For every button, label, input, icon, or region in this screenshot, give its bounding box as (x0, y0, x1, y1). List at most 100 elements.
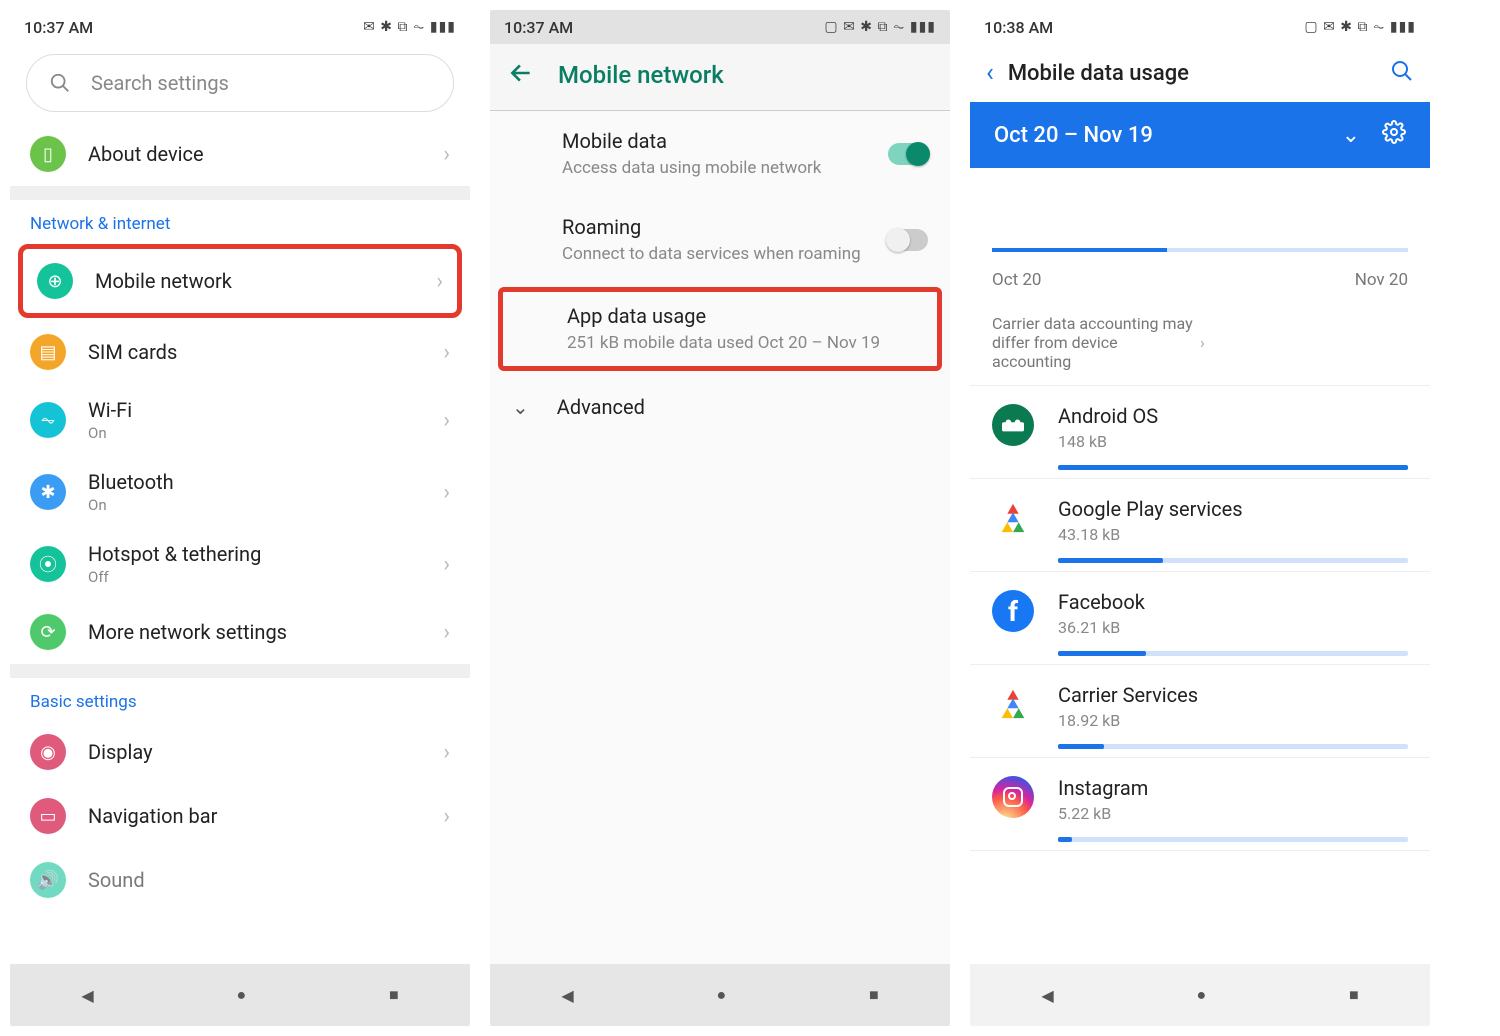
app-icon: f (992, 590, 1034, 632)
divider (10, 664, 470, 678)
label: Navigation bar (88, 804, 443, 828)
row-hotspot[interactable]: ⦿ Hotspot & tetheringOff › (10, 528, 470, 600)
back-chevron-icon[interactable]: ‹ (986, 58, 994, 88)
row-about-device[interactable]: ▯ About device › (10, 122, 470, 186)
nav-recents-icon[interactable]: ■ (869, 985, 879, 1005)
row-navigation-bar[interactable]: ▭ Navigation bar › (10, 784, 470, 848)
row-advanced[interactable]: ⌄ Advanced (490, 375, 950, 439)
nav-home-icon[interactable]: ● (236, 985, 246, 1005)
usage-bar (1058, 744, 1408, 749)
row-more-network[interactable]: ⟳ More network settings › (10, 600, 470, 664)
app-name: Carrier Services (1058, 683, 1408, 707)
timeline-end: Nov 20 (1355, 270, 1408, 290)
bluetooth-icon: ✱ (30, 474, 66, 510)
label: More network settings (88, 620, 443, 644)
usage-bar (1058, 465, 1408, 470)
label: About device (88, 142, 443, 166)
carrier-note-row[interactable]: Carrier data accounting may differ from … (970, 300, 1430, 386)
chevron-right-icon: › (443, 142, 450, 167)
row-mobile-network[interactable]: ⊕ Mobile network › (23, 249, 457, 313)
app-size: 5.22 kB (1058, 804, 1408, 823)
row-mobile-data[interactable]: Mobile data Access data using mobile net… (490, 111, 950, 197)
back-arrow-icon[interactable] (508, 60, 534, 90)
label: SIM cards (88, 340, 443, 364)
app-row-instagram[interactable]: Instagram 5.22 kB (970, 758, 1430, 851)
row-app-data-usage[interactable]: App data usage 251 kB mobile data used O… (503, 292, 937, 366)
globe-icon: ⊕ (37, 263, 73, 299)
label: Roaming (562, 215, 888, 239)
section-header-basic: Basic settings (10, 678, 470, 720)
gear-icon[interactable] (1382, 120, 1406, 150)
label: App data usage (567, 304, 921, 328)
app-row-carrier-services[interactable]: Carrier Services 18.92 kB (970, 665, 1430, 758)
label: Wi-Fi (88, 398, 443, 422)
search-placeholder: Search settings (91, 71, 229, 95)
usage-bar (1058, 558, 1408, 563)
chevron-right-icon: › (443, 340, 450, 365)
highlight-app-data-usage: App data usage 251 kB mobile data used O… (498, 287, 942, 371)
app-icon (992, 497, 1034, 539)
period-selector[interactable]: Oct 20 – Nov 19 ⌄ (970, 102, 1430, 168)
sound-icon: 🔊 (30, 862, 66, 898)
row-sound[interactable]: 🔊 Sound (10, 848, 470, 912)
wifi-icon: ⏦ (30, 402, 66, 438)
app-row-facebook[interactable]: f Facebook 36.21 kB (970, 572, 1430, 665)
clock: 10:37 AM (24, 18, 93, 37)
label: Advanced (557, 395, 645, 419)
divider (10, 186, 470, 200)
app-name: Google Play services (1058, 497, 1408, 521)
toggle-roaming[interactable] (888, 229, 928, 251)
clock: 10:37 AM (504, 18, 573, 37)
sublabel: Access data using mobile network (562, 157, 888, 179)
chevron-right-icon: › (443, 552, 450, 577)
search-icon (49, 72, 71, 94)
nav-home-icon[interactable]: ● (1196, 985, 1206, 1005)
status-icons: ▢ ✉ ✱ ⧉ ⏦ ▮▮▮ (1304, 19, 1416, 35)
app-bar: ‹ Mobile data usage (970, 44, 1430, 102)
app-name: Instagram (1058, 776, 1408, 800)
usage-timeline: Oct 20 Nov 20 (970, 168, 1430, 300)
system-nav-bar: ◀ ● ■ (490, 964, 950, 1026)
page-title: Mobile data usage (1008, 61, 1390, 86)
sublabel: 251 kB mobile data used Oct 20 – Nov 19 (567, 332, 921, 354)
app-size: 36.21 kB (1058, 618, 1408, 637)
search-input[interactable]: Search settings (26, 54, 454, 112)
nav-home-icon[interactable]: ● (716, 985, 726, 1005)
nav-back-icon[interactable]: ◀ (81, 986, 93, 1005)
hotspot-icon: ⦿ (30, 546, 66, 582)
sublabel: On (88, 424, 443, 442)
nav-back-icon[interactable]: ◀ (1041, 986, 1053, 1005)
row-display[interactable]: ◉ Display › (10, 720, 470, 784)
phone-settings: 10:37 AM ✉ ✱ ⧉ ⏦ ▮▮▮ Search settings ▯ A… (10, 10, 470, 1026)
row-wifi[interactable]: ⏦ Wi-Fi On › (10, 384, 470, 456)
label: Mobile network (95, 269, 436, 293)
app-name: Facebook (1058, 590, 1408, 614)
app-size: 148 kB (1058, 432, 1408, 451)
chevron-right-icon: › (443, 408, 450, 433)
label: Bluetooth (88, 470, 443, 494)
app-row-android-os[interactable]: Android OS148 kB (970, 386, 1430, 479)
chevron-right-icon: › (443, 740, 450, 765)
phone-mobile-network: 10:37 AM ▢ ✉ ✱ ⧉ ⏦ ▮▮▮ Mobile network Mo… (490, 10, 950, 1026)
row-roaming[interactable]: Roaming Connect to data services when ro… (490, 197, 950, 283)
search-icon[interactable] (1390, 59, 1414, 87)
sublabel: Off (88, 568, 443, 586)
nav-back-icon[interactable]: ◀ (561, 986, 573, 1005)
chevron-right-icon: › (1200, 333, 1408, 352)
status-bar: 10:38 AM ▢ ✉ ✱ ⧉ ⏦ ▮▮▮ (970, 10, 1430, 44)
system-nav-bar: ◀ ● ■ (970, 964, 1430, 1026)
app-size: 18.92 kB (1058, 711, 1408, 730)
timeline-start: Oct 20 (992, 270, 1041, 290)
clock: 10:38 AM (984, 18, 1053, 37)
nav-recents-icon[interactable]: ■ (389, 985, 399, 1005)
usage-bar (1058, 651, 1408, 656)
row-bluetooth[interactable]: ✱ BluetoothOn › (10, 456, 470, 528)
system-nav-bar: ◀ ● ■ (10, 964, 470, 1026)
nav-recents-icon[interactable]: ■ (1349, 985, 1359, 1005)
toggle-mobile-data[interactable] (888, 143, 928, 165)
row-sim-cards[interactable]: ▤ SIM cards › (10, 320, 470, 384)
status-icons: ▢ ✉ ✱ ⧉ ⏦ ▮▮▮ (824, 19, 936, 35)
status-bar: 10:37 AM ✉ ✱ ⧉ ⏦ ▮▮▮ (10, 10, 470, 44)
app-row-google-play-services[interactable]: Google Play services43.18 kB (970, 479, 1430, 572)
chevron-down-icon: ⌄ (512, 395, 529, 419)
